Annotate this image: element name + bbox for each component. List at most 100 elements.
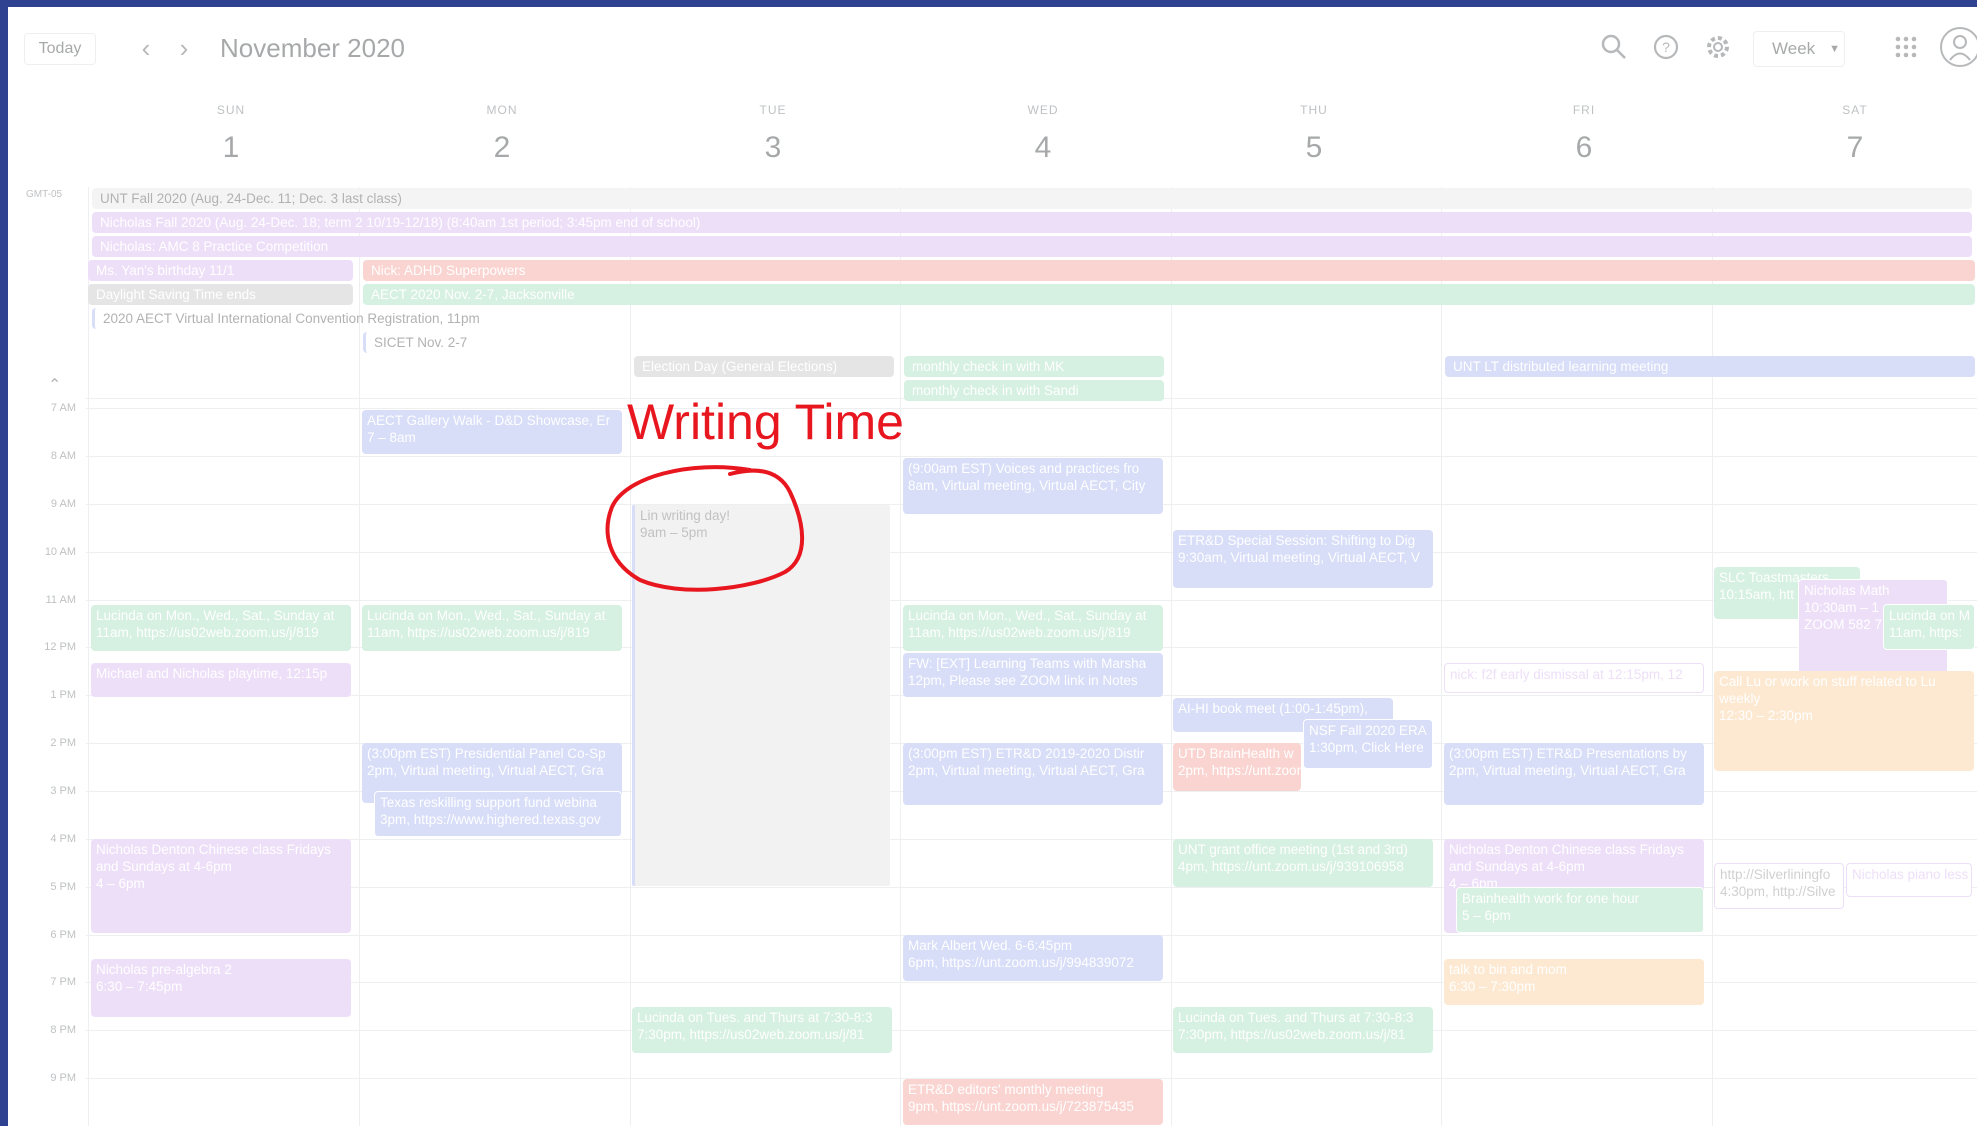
calendar-event[interactable]: Nicholas pre-algebra 2 6:30 – 7:45pm [91, 959, 351, 1017]
day-number[interactable]: 6 [1449, 131, 1719, 165]
event-title: (3:00pm EST) ETR&D 2019-2020 Distir [908, 746, 1145, 761]
event-time: 12:30 – 2:30pm [1719, 708, 1813, 723]
event-time: 9pm, https://unt.zoom.us/j/723875435 [908, 1099, 1134, 1114]
calendar-event[interactable]: nick: f2f early dismissal at 12:15pm, 12 [1444, 663, 1704, 693]
calendar-event[interactable]: FW: [EXT] Learning Teams with Marsha 12p… [903, 653, 1163, 697]
calendar-event[interactable]: NSF Fall 2020 ERA 1:30pm, Click Here [1303, 719, 1433, 769]
event-time: 11am, https://us02web.zoom.us/j/819 [367, 625, 590, 640]
hour-label: 3 PM [50, 785, 76, 797]
event-title: ETR&D editors' monthly meeting [908, 1082, 1104, 1097]
event-title: (3:00pm EST) ETR&D Presentations by [1449, 746, 1687, 761]
event-time: 6:30 – 7:30pm [1449, 979, 1536, 994]
hour-label: 2 PM [50, 737, 76, 749]
hour-label: 5 PM [50, 881, 76, 893]
hour-label: 11 AM [45, 594, 76, 606]
day-number[interactable]: 1 [96, 131, 366, 165]
event-title: Nicholas Denton Chinese class Fridays an… [96, 842, 331, 874]
gear-icon[interactable] [1702, 31, 1734, 63]
allday-event[interactable]: UNT Fall 2020 (Aug. 24-Dec. 11; Dec. 3 l… [92, 188, 1972, 209]
event-title: UTD BrainHealth w [1178, 746, 1294, 761]
hour-label: 7 AM [50, 402, 76, 414]
allday-event[interactable]: 2020 AECT Virtual International Conventi… [92, 308, 512, 329]
allday-event[interactable]: monthly check in with MK [904, 356, 1164, 377]
event-title: ETR&D Special Session: Shifting to Dig [1178, 533, 1416, 548]
apps-grid-icon[interactable] [1890, 31, 1922, 63]
event-title: Nicholas Denton Chinese class Fridays an… [1449, 842, 1684, 874]
event-time: 1:30pm, Click Here [1309, 740, 1424, 755]
annotation-label: Writing Time [627, 394, 904, 450]
calendar-event[interactable]: Lucinda on Mon., Wed., Sat., Sunday at 1… [362, 605, 622, 651]
day-header-dow: MON [486, 103, 518, 117]
calendar-view: Today ‹ › November 2020 ? Week ▼ SUN MON… [8, 7, 1977, 1126]
event-title: Nicholas pre-algebra 2 [96, 962, 232, 977]
calendar-window: Today ‹ › November 2020 ? Week ▼ SUN MON… [8, 7, 1977, 1126]
calendar-event[interactable]: Call Lu or work on stuff related to Lu w… [1714, 671, 1974, 771]
calendar-event[interactable]: Nicholas Denton Chinese class Fridays an… [91, 839, 351, 933]
calendar-event[interactable]: ETR&D Special Session: Shifting to Dig 9… [1173, 530, 1433, 588]
day-number[interactable]: 4 [908, 131, 1178, 165]
chevron-right-icon[interactable]: › [170, 31, 198, 65]
calendar-event[interactable]: UTD BrainHealth w 2pm, https://unt.zoom.… [1173, 743, 1301, 791]
calendar-event[interactable]: Lucinda on Mon., Wed., Sat., Sunday at 1… [91, 605, 351, 651]
hour-label: 8 PM [50, 1024, 76, 1036]
calendar-event[interactable]: AECT Gallery Walk - D&D Showcase, Er 7 –… [362, 410, 622, 454]
calendar-event[interactable]: ETR&D editors' monthly meeting 9pm, http… [903, 1079, 1163, 1125]
day-number[interactable]: 2 [367, 131, 637, 165]
event-time: 4:30pm, http://Silve [1720, 884, 1836, 899]
search-icon[interactable] [1598, 31, 1630, 63]
allday-event[interactable]: Ms. Yan's birthday 11/1 [88, 260, 353, 281]
calendar-event[interactable]: http://Silverliningfo 4:30pm, http://Sil… [1714, 863, 1844, 909]
allday-event[interactable]: UNT LT distributed learning meeting [1445, 356, 1975, 377]
day-number[interactable]: 5 [1179, 131, 1449, 165]
event-time: 12pm, Please see ZOOM link in Notes [908, 673, 1138, 688]
calendar-event[interactable]: Lucinda on M 11am, https: [1883, 604, 1975, 650]
calendar-event[interactable]: Nicholas piano less [1846, 863, 1972, 897]
calendar-event[interactable]: UNT grant office meeting (1st and 3rd) 4… [1173, 839, 1433, 887]
allday-event[interactable]: AECT 2020 Nov. 2-7, Jacksonville [363, 284, 1975, 305]
help-icon[interactable]: ? [1650, 31, 1682, 63]
event-time: 8am, Virtual meeting, Virtual AECT, City [908, 478, 1146, 493]
calendar-event[interactable]: (3:00pm EST) ETR&D Presentations by 2pm,… [1444, 743, 1704, 805]
day-header-dow: THU [1300, 103, 1328, 117]
calendar-event[interactable]: Lucinda on Tues. and Thurs at 7:30-8:3 7… [1173, 1007, 1433, 1053]
chevron-left-icon[interactable]: ‹ [132, 31, 160, 65]
calendar-event[interactable]: Michael and Nicholas playtime, 12:15p [91, 663, 351, 697]
calendar-event[interactable]: Lucinda on Mon., Wed., Sat., Sunday at 1… [903, 605, 1163, 651]
chevron-up-icon[interactable]: ⌃ [48, 375, 61, 395]
event-title: Lucinda on Mon., Wed., Sat., Sunday at [367, 608, 606, 623]
calendar-event[interactable]: Texas reskilling support fund webina 3pm… [374, 791, 622, 837]
calendar-event[interactable]: (3:00pm EST) ETR&D 2019-2020 Distir 2pm,… [903, 743, 1163, 805]
event-title: Texas reskilling support fund webina [380, 795, 597, 810]
month-title: November 2020 [220, 33, 405, 63]
today-button[interactable]: Today [24, 33, 96, 65]
calendar-event[interactable]: talk to bin and mom 6:30 – 7:30pm [1444, 959, 1704, 1005]
hour-label: 8 AM [50, 450, 76, 462]
allday-event[interactable]: Nick: ADHD Superpowers [363, 260, 1975, 281]
allday-event[interactable]: SICET Nov. 2-7 [363, 332, 563, 353]
day-number[interactable]: 7 [1720, 131, 1977, 165]
allday-event[interactable]: Election Day (General Elections) [634, 356, 894, 377]
event-title: (3:00pm EST) Presidential Panel Co-Sp [367, 746, 606, 761]
day-number[interactable]: 3 [638, 131, 908, 165]
event-title: (9:00am EST) Voices and practices fro [908, 461, 1140, 476]
event-time: 2pm, Virtual meeting, Virtual AECT, Gra [1449, 763, 1686, 778]
avatar[interactable] [1940, 27, 1977, 67]
allday-event[interactable]: monthly check in with Sandi [904, 380, 1164, 401]
event-title: AECT Gallery Walk - D&D Showcase, Er [367, 413, 611, 428]
allday-event[interactable]: Daylight Saving Time ends [88, 284, 353, 305]
allday-event[interactable]: Nicholas: AMC 8 Practice Competition [92, 236, 1972, 257]
event-time: 11am, https://us02web.zoom.us/j/819 [908, 625, 1131, 640]
calendar-event[interactable]: (9:00am EST) Voices and practices fro 8a… [903, 458, 1163, 514]
event-title: Nicholas Math [1804, 583, 1890, 598]
calendar-event[interactable]: Mark Albert Wed. 6-6:45pm 6pm, https://u… [903, 935, 1163, 981]
event-time: 11am, https://us02web.zoom.us/j/819 [96, 625, 319, 640]
calendar-event[interactable]: Lucinda on Tues. and Thurs at 7:30-8:3 7… [632, 1007, 892, 1053]
event-time: 6:30 – 7:45pm [96, 979, 183, 994]
hour-label: 10 AM [44, 546, 76, 558]
event-title: Lucinda on Tues. and Thurs at 7:30-8:3 [1178, 1010, 1414, 1025]
event-time: 3pm, https://www.highered.texas.gov [380, 812, 601, 827]
view-select[interactable]: Week ▼ [1753, 31, 1845, 67]
calendar-event[interactable]: Brainhealth work for one hour 5 – 6pm [1456, 887, 1704, 933]
event-time: 7 – 8am [367, 430, 416, 445]
allday-event[interactable]: Nicholas Fall 2020 (Aug. 24-Dec. 18; ter… [92, 212, 1972, 233]
